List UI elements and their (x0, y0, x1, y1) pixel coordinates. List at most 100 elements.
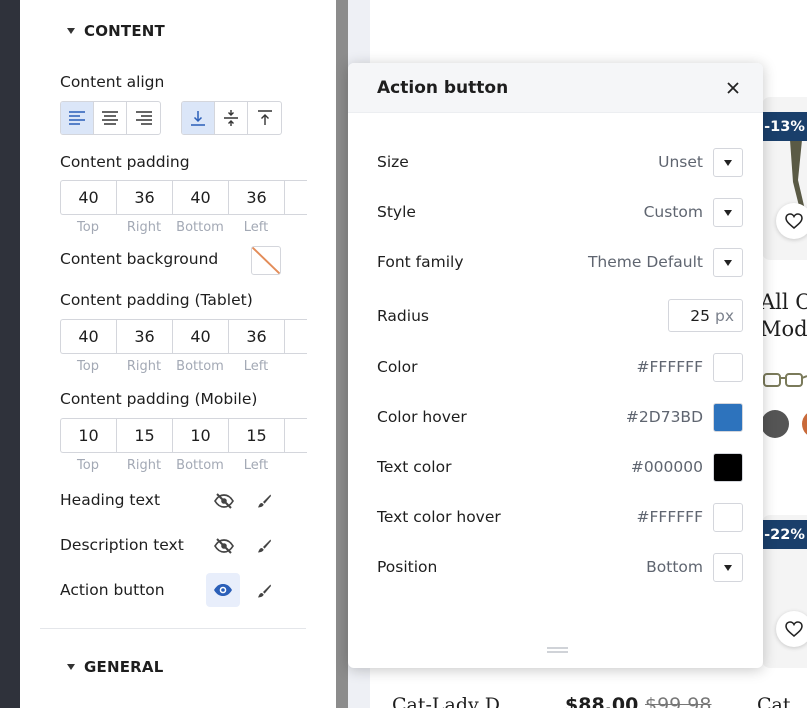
tablet-padding-left-input[interactable]: 36 (228, 319, 284, 354)
color-hover-swatch[interactable] (713, 403, 743, 432)
product-title-line2[interactable]: Moda (760, 317, 807, 341)
close-icon (727, 82, 739, 94)
padding-bottom-input[interactable]: 40 (172, 180, 228, 215)
position-value: Bottom (646, 558, 703, 576)
text-color-hover-swatch[interactable] (713, 503, 743, 532)
padding-right-input[interactable]: 36 (116, 180, 172, 215)
text-color-swatch[interactable] (713, 453, 743, 482)
text-color-row: Text color #000000 (348, 448, 763, 488)
align-center-button[interactable] (94, 102, 127, 134)
style-dropdown[interactable] (713, 198, 743, 227)
eye-off-icon (214, 493, 234, 509)
heading-text-label: Heading text (60, 491, 161, 509)
color-hover-value: #2D73BD (625, 408, 703, 426)
next-product-name[interactable]: Cat (757, 694, 791, 708)
mobile-padding-right-input[interactable]: 15 (116, 418, 172, 453)
description-text-label: Description text (60, 536, 184, 554)
color-option-dark[interactable] (761, 410, 789, 438)
position-dropdown[interactable] (713, 553, 743, 582)
vertical-align-group (181, 101, 282, 135)
wishlist-button[interactable] (776, 611, 807, 647)
color-row: Color #FFFFFF (348, 348, 763, 388)
align-center-icon (102, 111, 118, 125)
radius-label: Radius (377, 307, 429, 325)
heart-icon (785, 621, 803, 637)
action-button-edit-button[interactable] (249, 576, 279, 606)
mobile-padding-bottom-caption: Bottom (176, 458, 224, 473)
text-color-hover-label: Text color hover (377, 508, 501, 526)
tablet-padding-right-input[interactable]: 36 (116, 319, 172, 354)
padding-link-toggle[interactable] (284, 180, 307, 215)
close-button[interactable] (723, 78, 743, 98)
tablet-padding-link-cell (284, 319, 307, 374)
content-section-title: CONTENT (84, 22, 165, 40)
sidebar-scrollbar[interactable] (336, 0, 348, 708)
align-bottom-button[interactable] (182, 102, 215, 134)
tablet-padding-top-caption: Top (77, 359, 99, 374)
content-padding-mobile-label: Content padding (Mobile) (60, 390, 258, 408)
tablet-padding-left-caption: Left (243, 359, 269, 374)
glasses-thumbnail-icon[interactable] (762, 370, 807, 390)
align-left-button[interactable] (61, 102, 94, 134)
description-text-visibility-toggle[interactable] (207, 529, 241, 563)
padding-right-cell: 36 Right (116, 180, 172, 235)
mobile-padding-bottom-input[interactable]: 10 (172, 418, 228, 453)
align-middle-button[interactable] (215, 102, 248, 134)
color-swatch[interactable] (713, 353, 743, 382)
content-padding-label: Content padding (60, 153, 190, 171)
wishlist-button[interactable] (776, 203, 807, 239)
settings-sidebar: CONTENT Content align Content padding 40… (20, 0, 336, 708)
tablet-padding-link-toggle[interactable] (284, 319, 307, 354)
radius-value: 25 (690, 306, 710, 325)
action-button-popup: Action button Size Unset Style Custom Fo… (348, 63, 763, 668)
resize-handle-icon[interactable] (547, 647, 568, 653)
heading-text-visibility-toggle[interactable] (207, 484, 241, 518)
content-background-label: Content background (60, 250, 219, 268)
general-section-header[interactable]: GENERAL (67, 658, 163, 676)
content-background-swatch[interactable] (251, 246, 281, 275)
caret-down-icon (724, 564, 732, 571)
content-section-header[interactable]: CONTENT (67, 22, 165, 40)
action-button-label: Action button (60, 581, 165, 599)
mobile-padding-top-input[interactable]: 10 (60, 418, 116, 453)
radius-input[interactable]: 25 px (668, 299, 743, 332)
size-value: Unset (658, 153, 703, 171)
product-title-line1[interactable]: All O (760, 290, 807, 314)
color-label: Color (377, 358, 418, 376)
eye-off-icon (214, 538, 234, 554)
mobile-padding-top-cell: 10 Top (60, 418, 116, 473)
color-hover-label: Color hover (377, 408, 467, 426)
align-right-button[interactable] (127, 102, 160, 134)
font-family-dropdown[interactable] (713, 248, 743, 277)
padding-left-input[interactable]: 36 (228, 180, 284, 215)
section-divider (40, 628, 306, 629)
tablet-padding-bottom-caption: Bottom (176, 359, 224, 374)
tablet-padding-top-input[interactable]: 40 (60, 319, 116, 354)
mobile-padding-left-cell: 15 Left (228, 418, 284, 473)
mobile-padding-right-caption: Right (126, 458, 162, 473)
heading-text-edit-button[interactable] (249, 486, 279, 516)
align-top-button[interactable] (248, 102, 281, 134)
mobile-padding-left-input[interactable]: 15 (228, 418, 284, 453)
content-align-label: Content align (60, 73, 165, 91)
product-price: $88.00 (565, 694, 639, 708)
style-label: Style (377, 203, 416, 221)
size-dropdown[interactable] (713, 148, 743, 177)
padding-top-cell: 40 Top (60, 180, 116, 235)
action-button-visibility-toggle[interactable] (206, 573, 240, 607)
content-padding-tablet-label: Content padding (Tablet) (60, 291, 253, 309)
description-text-edit-button[interactable] (249, 531, 279, 561)
padding-link-cell (284, 180, 307, 235)
tablet-padding-bottom-input[interactable]: 40 (172, 319, 228, 354)
align-top-icon (257, 110, 272, 125)
brush-icon (258, 494, 271, 508)
product-name[interactable]: Cat-Lady D (392, 694, 500, 708)
color-value: #FFFFFF (636, 358, 703, 376)
tablet-padding-right-caption: Right (126, 359, 162, 374)
padding-top-input[interactable]: 40 (60, 180, 116, 215)
position-label: Position (377, 558, 438, 576)
tablet-padding-left-cell: 36 Left (228, 319, 284, 374)
mobile-padding-link-toggle[interactable] (284, 418, 307, 453)
product-glasses-arm-image (790, 140, 805, 210)
mobile-padding-top-caption: Top (77, 458, 99, 473)
